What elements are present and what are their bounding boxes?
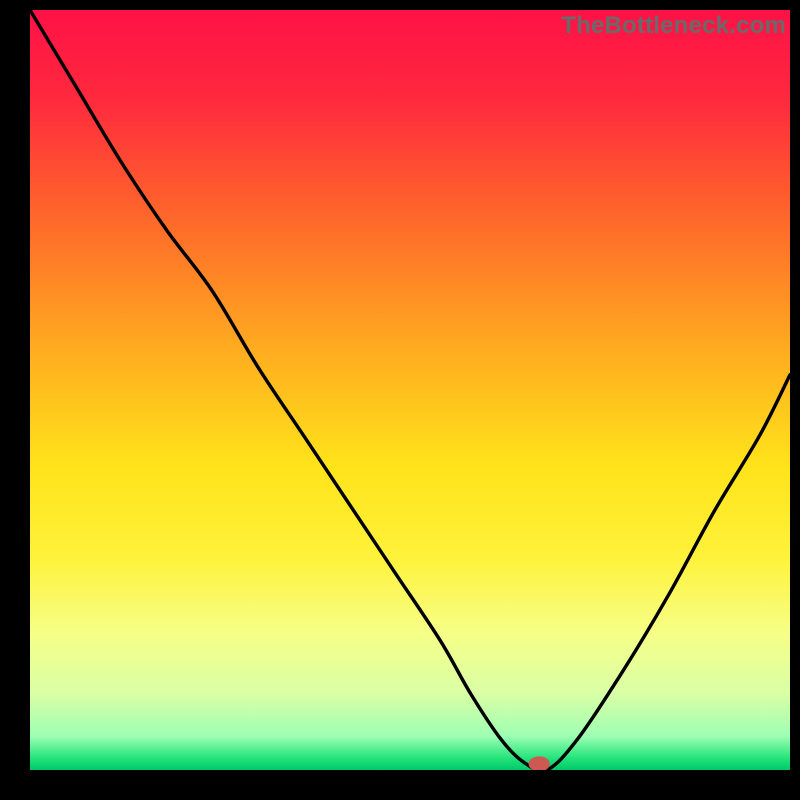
watermark-text: TheBottleneck.com	[561, 12, 786, 40]
frame-top	[0, 0, 800, 10]
frame-bottom	[0, 770, 800, 800]
frame-right	[790, 0, 800, 800]
gradient-background	[30, 10, 790, 770]
chart-container: TheBottleneck.com	[0, 0, 800, 800]
plot-area	[30, 10, 790, 770]
plot-svg	[30, 10, 790, 770]
frame-left	[0, 0, 30, 800]
